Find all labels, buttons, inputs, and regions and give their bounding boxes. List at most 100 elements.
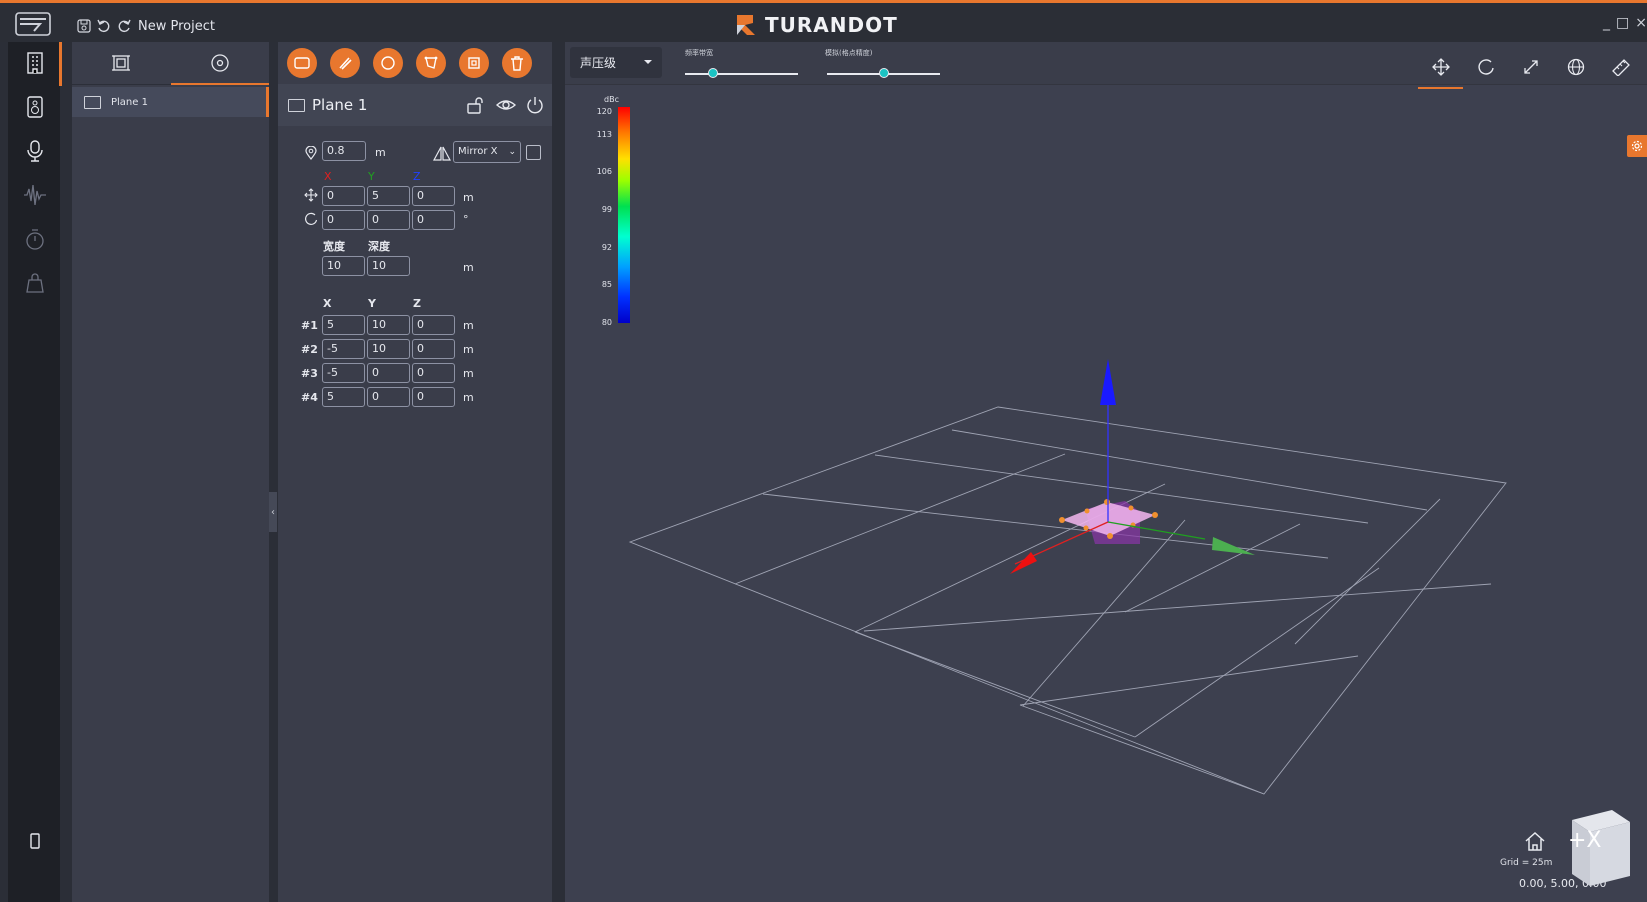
eye-icon[interactable] — [496, 96, 516, 114]
app-logo-icon[interactable] — [14, 11, 52, 37]
objects-tab-icon — [112, 55, 131, 71]
axis-header-y: Y — [368, 170, 375, 183]
x-axis-arrow — [1010, 552, 1037, 574]
grid-line — [863, 583, 1492, 632]
redo-icon[interactable] — [116, 17, 132, 35]
move-icon — [1431, 58, 1450, 76]
trash-icon — [511, 56, 523, 71]
polygon-icon — [424, 56, 438, 69]
chevron-down-icon — [644, 60, 652, 64]
mirror-select[interactable]: Mirror X ⌄ — [453, 141, 521, 163]
scale-tool-button[interactable] — [1508, 52, 1553, 82]
vertex-label: #1 — [301, 319, 318, 332]
minimize-icon[interactable]: _ — [1603, 15, 1610, 31]
mirror-checkbox[interactable] — [526, 145, 541, 160]
object-tree-panel: Plane 1 — [72, 42, 269, 902]
axis-header-x: X — [324, 170, 332, 183]
slider1-label: 频率带宽 — [685, 49, 713, 57]
undo-icon[interactable] — [96, 17, 112, 35]
save-icon[interactable] — [77, 17, 91, 35]
phone-icon[interactable] — [22, 828, 48, 854]
frame-tool-button[interactable] — [459, 48, 489, 78]
scene-canvas[interactable] — [565, 84, 1647, 902]
width-label: 宽度 — [323, 240, 345, 253]
vertex-x-field[interactable]: -5 — [322, 339, 365, 359]
circle-tool-button[interactable] — [373, 48, 403, 78]
object-header: Plane 1 — [278, 84, 552, 126]
maximize-icon[interactable]: □ — [1616, 15, 1629, 31]
tree-item-plane-1[interactable]: Plane 1 — [72, 87, 269, 117]
brush-tool-button[interactable] — [330, 48, 360, 78]
vertex-z-field[interactable]: 0 — [412, 363, 455, 383]
rotate-tool-button[interactable] — [1463, 52, 1508, 82]
viewport[interactable]: 声压级 频率带宽 模拟(格点精度) dBc 120 113 106 99 92 … — [565, 42, 1647, 902]
edge-handle — [1083, 525, 1089, 531]
grid-line — [1124, 523, 1301, 613]
tab-objects[interactable] — [72, 42, 171, 84]
ruler-icon — [1611, 59, 1630, 76]
globe-icon — [1567, 58, 1584, 76]
close-icon[interactable]: × — [1635, 15, 1647, 31]
depth-field[interactable]: 10 — [367, 256, 410, 276]
microphone-icon[interactable] — [22, 138, 48, 164]
rectangle-tool-button[interactable] — [287, 48, 317, 78]
vertex-handle — [1104, 499, 1110, 505]
vertex-handle — [1152, 512, 1158, 518]
plane-icon — [84, 95, 101, 109]
vertex-y-field[interactable]: 10 — [367, 339, 410, 359]
building-icon[interactable] — [22, 50, 48, 76]
vertex-label: #3 — [301, 367, 318, 380]
speaker-icon[interactable] — [22, 94, 48, 120]
panel-splitter[interactable]: ‹ — [269, 42, 278, 902]
rotate-icon — [1477, 59, 1494, 75]
rotation-z-field[interactable]: 0 — [412, 210, 455, 230]
vertex-x-field[interactable]: 5 — [322, 315, 365, 335]
vertex-x-field[interactable]: -5 — [322, 363, 365, 383]
grid-line — [1022, 519, 1186, 707]
slider1-track[interactable] — [685, 73, 798, 75]
size-unit: m — [463, 261, 474, 274]
collapse-chevron-icon[interactable]: ‹ — [269, 492, 277, 532]
position-y-field[interactable]: 5 — [367, 186, 410, 206]
home-icon[interactable] — [1523, 830, 1547, 854]
move-tool-button[interactable] — [1418, 52, 1463, 89]
height-unit: m — [375, 146, 386, 159]
position-z-field[interactable]: 0 — [412, 186, 455, 206]
tree-tabs — [72, 42, 269, 85]
vertex-z-field[interactable]: 0 — [412, 339, 455, 359]
view-cube[interactable]: +X — [1560, 806, 1635, 900]
unlock-icon[interactable] — [466, 96, 486, 114]
vertex-unit: m — [463, 367, 474, 380]
globe-tool-button[interactable] — [1553, 52, 1598, 82]
delete-button[interactable] — [502, 48, 532, 78]
polygon-tool-button[interactable] — [416, 48, 446, 78]
vertex-z-field[interactable]: 0 — [412, 315, 455, 335]
waveform-icon[interactable] — [22, 182, 48, 208]
bag-icon[interactable] — [22, 270, 48, 296]
brush-icon — [339, 57, 352, 70]
title-bar: New Project TURANDOT _ □ × — [0, 0, 1647, 42]
viewport-toolbar: 声压级 频率带宽 模拟(格点精度) — [565, 42, 1647, 89]
y-axis-arrow — [1212, 537, 1255, 555]
axis-header-z: Z — [413, 170, 421, 183]
vertex-x-field[interactable]: 5 — [322, 387, 365, 407]
properties-panel: Plane 1 0.8 m Mirror X ⌄ X Y Z 0 5 0 m 0… — [278, 42, 552, 902]
tab-target[interactable] — [170, 42, 270, 85]
vertex-y-field[interactable]: 0 — [367, 387, 410, 407]
height-field[interactable]: 0.8 — [322, 141, 366, 161]
timer-icon[interactable] — [22, 226, 48, 252]
vertex-y-field[interactable]: 0 — [367, 363, 410, 383]
mode-select[interactable]: 声压级 — [570, 47, 662, 78]
tree-item-label: Plane 1 — [111, 96, 148, 108]
width-field[interactable]: 10 — [322, 256, 365, 276]
slider2-handle[interactable] — [878, 68, 889, 78]
position-x-field[interactable]: 0 — [322, 186, 365, 206]
rotation-x-field[interactable]: 0 — [322, 210, 365, 230]
rotation-y-field[interactable]: 0 — [367, 210, 410, 230]
ruler-tool-button[interactable] — [1598, 52, 1643, 82]
view-tools — [1418, 52, 1643, 89]
vertex-z-field[interactable]: 0 — [412, 387, 455, 407]
slider1-handle[interactable] — [708, 68, 719, 78]
power-icon[interactable] — [526, 96, 544, 114]
vertex-y-field[interactable]: 10 — [367, 315, 410, 335]
